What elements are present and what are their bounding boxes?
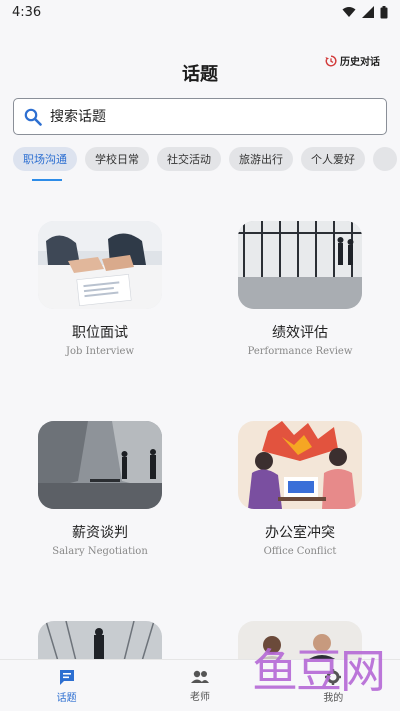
tab-hobbies[interactable]: 个人爱好 [301,147,365,171]
topic-image-job-interview [38,221,162,309]
header: 话题 历史对话 [0,44,400,100]
tab-school[interactable]: 学校日常 [85,147,149,171]
nav-teachers[interactable]: 老师 [133,660,266,711]
nav-teachers-label: 老师 [189,691,210,703]
topic-subtitle: Job Interview [65,346,135,357]
topic-card-partial-left[interactable] [20,621,180,661]
tab-social[interactable]: 社交活动 [157,147,221,171]
history-button[interactable]: 历史对话 [325,53,380,68]
signal-icon [362,6,374,18]
chat-icon [59,669,74,685]
topic-image-performance-review [238,221,362,309]
topic-subtitle: Salary Negotiation [52,546,148,557]
topic-title: 职位面试 [72,325,128,341]
battery-icon [380,5,388,18]
topic-card-performance-review[interactable]: 绩效评估 Performance Review [220,221,380,357]
tab-workplace[interactable]: 职场沟通 [13,147,77,171]
topic-image-office-conflict [238,421,362,509]
topic-title: 办公室冲突 [265,525,335,541]
topic-card-job-interview[interactable]: 职位面试 Job Interview [20,221,180,357]
topic-image-salary-negotiation [38,421,162,509]
tab-travel[interactable]: 旅游出行 [229,147,293,171]
topic-card-salary-negotiation[interactable]: 薪资谈判 Salary Negotiation [20,421,180,557]
search-icon [24,108,42,126]
topic-image-partial-left [38,621,162,661]
history-label: 历史对话 [340,57,380,68]
history-icon [325,54,337,66]
topic-card-office-conflict[interactable]: 办公室冲突 Office Conflict [220,421,380,557]
nav-topics[interactable]: 话题 [0,660,133,711]
status-bar: 4:36 [0,0,400,24]
category-tabs: 职场沟通 学校日常 社交活动 旅游出行 个人爱好 [13,147,400,173]
active-tab-indicator [32,179,62,181]
tab-more[interactable] [373,147,397,171]
search-input[interactable] [50,108,350,125]
topic-subtitle: Office Conflict [263,546,337,557]
status-icons [342,5,388,19]
watermark-logo: 鱼豆网 [252,644,386,698]
topic-title: 绩效评估 [272,325,328,341]
search-bar[interactable] [13,98,387,135]
wifi-icon [342,7,356,17]
topic-title: 薪资谈判 [72,525,128,541]
status-time: 4:36 [12,4,42,20]
nav-topics-label: 话题 [56,692,77,704]
people-icon [190,670,209,683]
topic-subtitle: Performance Review [247,346,353,357]
